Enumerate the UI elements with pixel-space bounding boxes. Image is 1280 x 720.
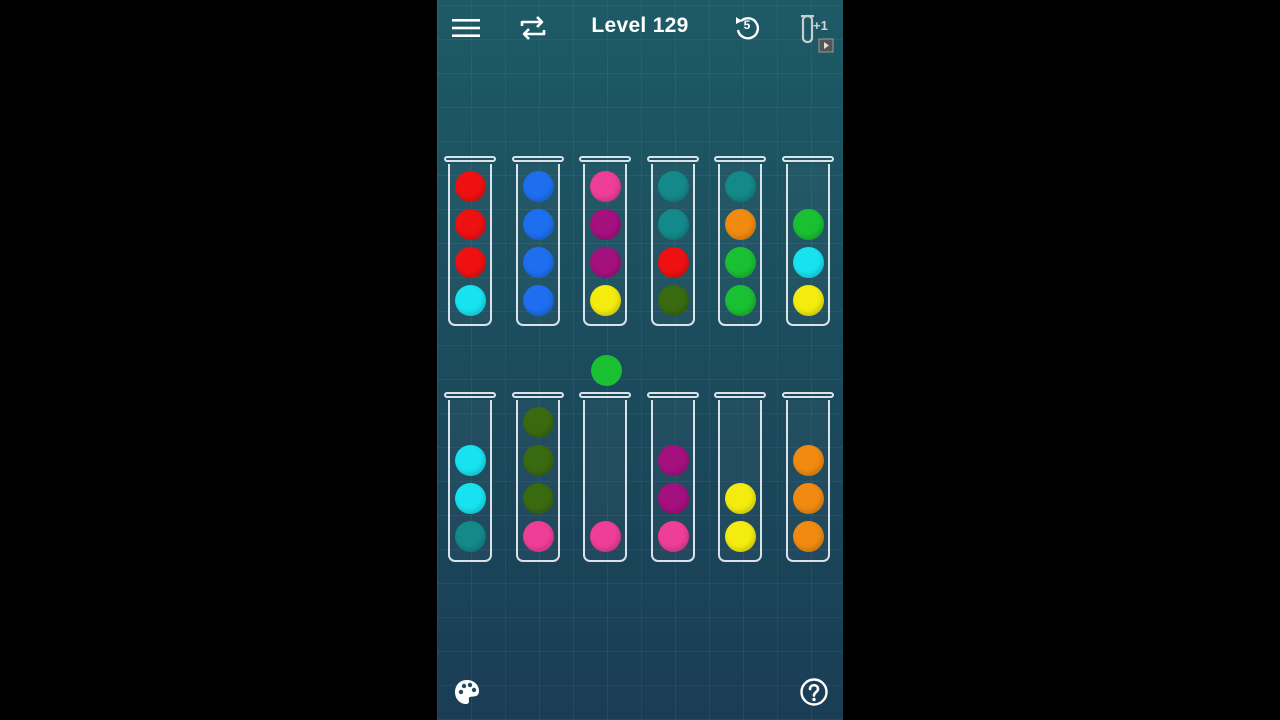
- undo-count: 5: [743, 18, 751, 32]
- tube-bottom-2[interactable]: [512, 392, 564, 562]
- ball-pink: [523, 521, 554, 552]
- tube-bottom-5[interactable]: [714, 392, 766, 562]
- ball-blue: [523, 209, 554, 240]
- ball-blue: [523, 247, 554, 278]
- ball-orange: [793, 445, 824, 476]
- ball-teal: [658, 171, 689, 202]
- ball-orange: [793, 483, 824, 514]
- level-title: Level 129: [591, 14, 689, 37]
- menu-icon[interactable]: [449, 10, 483, 46]
- tube-rim: [579, 156, 631, 162]
- ball-olive: [523, 407, 554, 438]
- tube-top-5[interactable]: [714, 156, 766, 326]
- undo-button[interactable]: 5: [729, 10, 765, 46]
- tube-rim: [579, 392, 631, 398]
- ball-green: [725, 285, 756, 316]
- ball-yellow: [590, 285, 621, 316]
- ball-cyan: [455, 285, 486, 316]
- tube-rim: [714, 392, 766, 398]
- ball-orange: [725, 209, 756, 240]
- tube-top-4[interactable]: [647, 156, 699, 326]
- tube-rim: [782, 392, 834, 398]
- ball-red: [455, 209, 486, 240]
- tube-bottom-3[interactable]: [579, 392, 631, 562]
- ball-pink: [658, 521, 689, 552]
- ball-purple: [658, 483, 689, 514]
- ball-olive: [658, 285, 689, 316]
- tube-bottom-4[interactable]: [647, 392, 699, 562]
- ball-green: [793, 209, 824, 240]
- lifted-ball: [591, 355, 622, 386]
- ball-red: [455, 247, 486, 278]
- tube-bottom-6[interactable]: [782, 392, 834, 562]
- ball-olive: [523, 445, 554, 476]
- ball-red: [658, 247, 689, 278]
- tube-rim: [647, 156, 699, 162]
- ball-cyan: [455, 483, 486, 514]
- tube-rim: [647, 392, 699, 398]
- tube-rim: [782, 156, 834, 162]
- ball-blue: [523, 285, 554, 316]
- tube-rim: [714, 156, 766, 162]
- help-icon[interactable]: [796, 674, 832, 710]
- ball-red: [455, 171, 486, 202]
- tube-rim: [444, 392, 496, 398]
- ball-purple: [658, 445, 689, 476]
- game-screen: Level 129 5 +1: [437, 0, 843, 720]
- ball-teal: [725, 171, 756, 202]
- ball-pink: [590, 521, 621, 552]
- ball-pink: [590, 171, 621, 202]
- palette-icon[interactable]: [449, 674, 485, 710]
- ball-cyan: [793, 247, 824, 278]
- ball-yellow: [793, 285, 824, 316]
- top-bar: Level 129 5 +1: [437, 0, 843, 56]
- tube-rim: [444, 156, 496, 162]
- tube-bottom-1[interactable]: [444, 392, 496, 562]
- tube-rim: [512, 156, 564, 162]
- tube-top-1[interactable]: [444, 156, 496, 326]
- ball-teal: [455, 521, 486, 552]
- ball-orange: [793, 521, 824, 552]
- ball-cyan: [455, 445, 486, 476]
- ball-teal: [658, 209, 689, 240]
- add-tube-button[interactable]: +1: [795, 10, 839, 54]
- ball-purple: [590, 247, 621, 278]
- ball-blue: [523, 171, 554, 202]
- ball-yellow: [725, 483, 756, 514]
- tube-top-2[interactable]: [512, 156, 564, 326]
- ball-olive: [523, 483, 554, 514]
- add-tube-label: +1: [813, 18, 828, 33]
- ball-yellow: [725, 521, 756, 552]
- restart-icon[interactable]: [515, 10, 551, 46]
- tube-top-3[interactable]: [579, 156, 631, 326]
- tube-top-6[interactable]: [782, 156, 834, 326]
- ball-purple: [590, 209, 621, 240]
- ball-green: [725, 247, 756, 278]
- tube-rim: [512, 392, 564, 398]
